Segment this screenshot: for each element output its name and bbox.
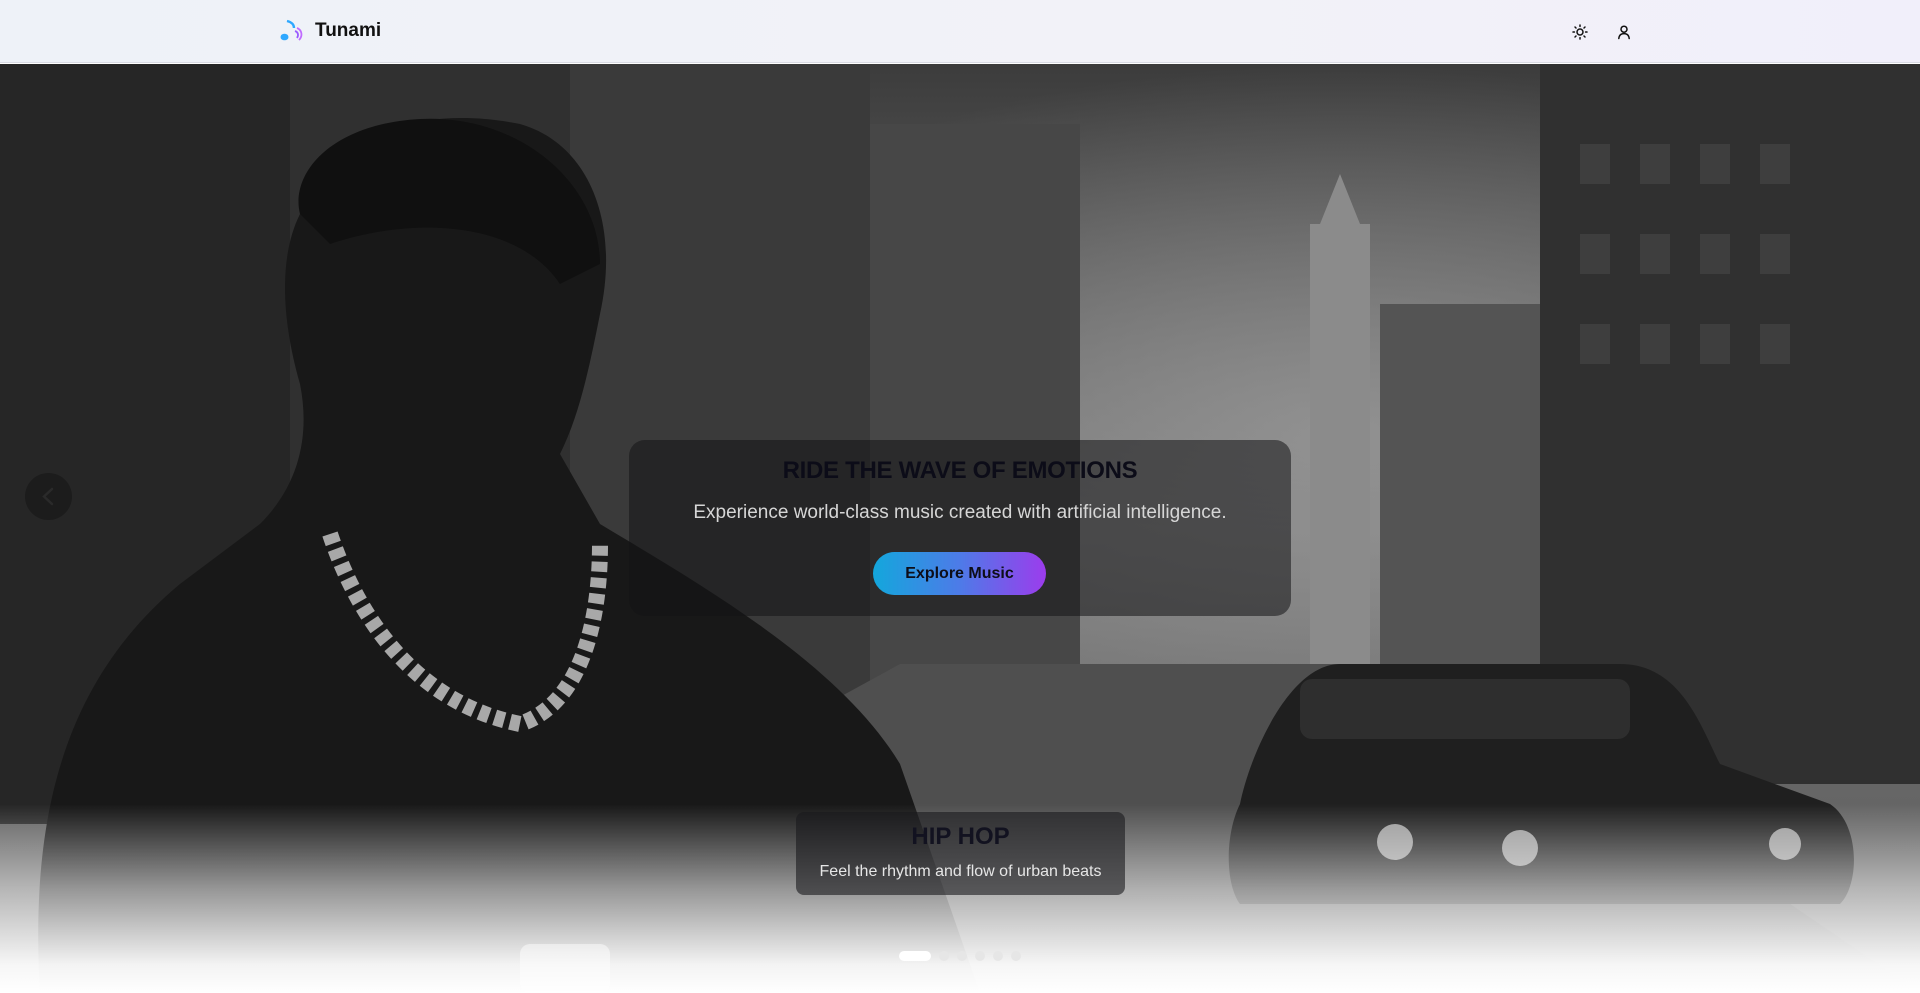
genre-title: HIP HOP [911, 823, 1010, 850]
carousel-dot[interactable] [1011, 950, 1021, 961]
genre-caption: HIP HOP Feel the rhythm and flow of urba… [796, 812, 1125, 895]
hero-carousel: RIDE THE WAVE OF EMOTIONS Experience wor… [0, 64, 1920, 993]
music-note-icon [280, 19, 303, 41]
user-icon [1618, 25, 1630, 40]
hero-card: RIDE THE WAVE OF EMOTIONS Experience wor… [629, 440, 1291, 616]
theme-toggle-button[interactable] [1565, 17, 1595, 47]
brand-name: Tunami [315, 20, 382, 41]
carousel-indicators [899, 950, 1021, 961]
carousel-dot[interactable] [957, 950, 967, 961]
chevron-left-icon [42, 487, 54, 506]
carousel-dot[interactable] [993, 950, 1003, 961]
hero-subtitle: Experience world-class music created wit… [693, 502, 1227, 523]
brand[interactable]: Tunami [277, 17, 381, 45]
carousel-dot[interactable] [939, 950, 949, 961]
sun-icon [1572, 24, 1588, 40]
explore-music-button[interactable]: Explore Music [873, 552, 1046, 595]
account-button[interactable] [1609, 17, 1639, 47]
carousel-prev-button[interactable] [25, 473, 72, 520]
genre-subtitle: Feel the rhythm and flow of urban beats [819, 863, 1102, 880]
carousel-dot[interactable] [975, 950, 985, 961]
carousel-dot[interactable] [899, 950, 931, 961]
hero-title: RIDE THE WAVE OF EMOTIONS [782, 457, 1138, 484]
top-navbar: Tunami [0, 0, 1920, 63]
